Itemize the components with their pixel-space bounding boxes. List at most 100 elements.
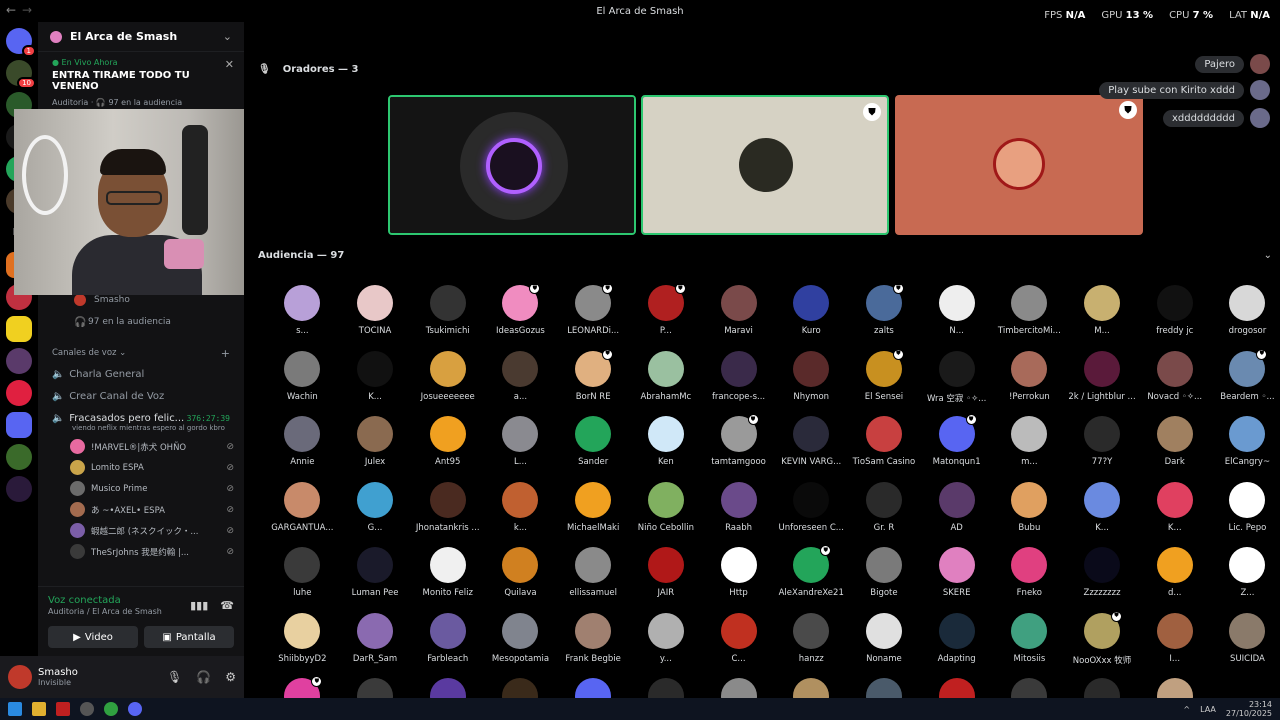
avatar[interactable] (8, 665, 32, 689)
audience-member[interactable]: Ant95 (411, 416, 484, 467)
audience-member[interactable] (775, 678, 848, 698)
audience-member[interactable]: AbrahamMc (630, 350, 703, 402)
audience-member[interactable]: Wachin (266, 350, 339, 402)
audience-member[interactable]: freddy jc (1138, 285, 1211, 336)
audience-member[interactable]: DarR_Sam (339, 612, 412, 664)
gear-icon[interactable]: ⚙ (225, 670, 236, 684)
audience-member[interactable]: Josueeeeeee (411, 350, 484, 402)
audience-member[interactable]: ElCangry~ (1211, 416, 1278, 467)
voice-location[interactable]: Auditoria / El Arca de Smash (48, 607, 162, 616)
audience-member[interactable]: Luman Pee (339, 547, 412, 598)
voice-user[interactable]: !MARVEL®|赤犬 OHÑO ⊘ (38, 436, 244, 457)
screen-share-button[interactable]: ▣ Pantalla (144, 626, 234, 648)
audience-member[interactable]: Noname (848, 612, 921, 664)
audience-member[interactable]: ShiibbyyD2 (266, 612, 339, 664)
app-icon[interactable] (56, 702, 70, 716)
audience-member[interactable]: K... (1066, 481, 1139, 533)
audience-member[interactable] (339, 678, 412, 698)
server-icon[interactable]: 10 (6, 60, 36, 89)
app-icon[interactable] (80, 702, 94, 716)
audience-member[interactable]: Kuro (775, 285, 848, 336)
clock[interactable]: 23:14 27/10/2025 (1226, 700, 1272, 718)
audience-member[interactable]: L... (484, 416, 557, 467)
live-stage-card[interactable]: ● En Vivo Ahora ENTRA TIRAME TODO TU VEN… (38, 52, 244, 113)
audience-member[interactable]: Quilava (484, 547, 557, 598)
voice-channel-general[interactable]: 🔈 Charla General (38, 363, 244, 385)
audience-member[interactable]: y... (630, 612, 703, 664)
audience-member[interactable]: k... (484, 481, 557, 533)
audience-member[interactable]: K... (339, 350, 412, 402)
audience-member[interactable]: Mesopotamia (484, 612, 557, 664)
audience-member[interactable]: ellissamuel (557, 547, 630, 598)
audience-member[interactable]: ⛊ NooOXxx 牧师 (1066, 610, 1139, 666)
audience-member[interactable]: Dark (1138, 416, 1211, 467)
audience-member[interactable]: ⛊ (266, 676, 339, 698)
language-indicator[interactable]: LAA (1200, 705, 1216, 714)
voice-channel-create[interactable]: 🔈 Crear Canal de Voz (38, 385, 244, 407)
audience-member[interactable]: Nhymon (775, 350, 848, 402)
audience-member[interactable]: AD (920, 481, 993, 533)
audience-member[interactable]: ⛊ zalts (848, 285, 921, 336)
audience-member[interactable]: hanzz (775, 612, 848, 664)
chevron-down-icon[interactable]: ⌄ (223, 30, 232, 43)
audience-member[interactable]: Farbleach (411, 612, 484, 664)
audience-member[interactable]: Sander (557, 416, 630, 467)
audience-member[interactable]: Raabh (702, 481, 775, 533)
audience-member[interactable]: Fneko (993, 547, 1066, 598)
add-channel-icon[interactable]: + (221, 347, 230, 360)
audience-member[interactable] (484, 678, 557, 698)
audience-member[interactable]: Maravi (702, 285, 775, 336)
audience-member[interactable]: ⛊ Matonqun1 (920, 414, 993, 467)
audience-member[interactable]: Annie (266, 416, 339, 467)
speaker-tile[interactable]: ⛊ (641, 95, 889, 235)
voice-category[interactable]: Canales de voz ⌄ + (38, 343, 244, 363)
audience-member[interactable]: GARGANTUA... (266, 481, 339, 533)
voice-user[interactable]: Lomito ESPA ⊘ (38, 457, 244, 478)
audience-member[interactable]: MichaelMaki (557, 481, 630, 533)
audience-member[interactable]: I... (1138, 612, 1211, 664)
audience-member[interactable]: a... (484, 350, 557, 402)
close-icon[interactable]: ✕ (225, 58, 234, 71)
discord-icon[interactable] (128, 702, 142, 716)
audience-member[interactable]: Http (702, 547, 775, 598)
audience-member[interactable] (557, 678, 630, 698)
audience-member[interactable]: Adapting (920, 612, 993, 664)
audience-member[interactable] (411, 678, 484, 698)
audience-member[interactable]: M... (1066, 285, 1139, 336)
speaker-tile[interactable] (388, 95, 636, 235)
server-icon[interactable] (6, 380, 32, 406)
audience-member[interactable]: ⛊ Beardem ◦... (1211, 348, 1278, 402)
audience-member[interactable]: Gr. R (848, 481, 921, 533)
audience-member[interactable] (920, 678, 993, 698)
file-explorer-icon[interactable] (32, 702, 46, 716)
voice-user[interactable]: 蝦越二郎 (ネスクイック・... ⊘ (38, 520, 244, 541)
audience-member[interactable] (1138, 678, 1211, 698)
audience-member[interactable]: Mitosiis (993, 612, 1066, 664)
audience-member[interactable]: TioSam Casino (848, 416, 921, 467)
audience-member[interactable]: Unforeseen C... (775, 481, 848, 533)
audience-member[interactable]: JAIR (630, 547, 703, 598)
audience-member[interactable]: d... (1138, 547, 1211, 598)
audience-member[interactable]: Novacd ◦✧... (1138, 350, 1211, 402)
audience-member[interactable]: Bubu (993, 481, 1066, 533)
audience-member[interactable]: Zzzzzzzz (1066, 547, 1139, 598)
discord-home-icon[interactable]: 1 (6, 28, 36, 57)
audience-member[interactable]: Lic. Pepo (1211, 481, 1278, 533)
audience-member[interactable]: !Perrokun (993, 350, 1066, 402)
chevron-up-icon[interactable]: ^ (1183, 705, 1190, 714)
audience-member[interactable]: 2k / Lightblur ... (1066, 350, 1139, 402)
audience-member[interactable]: Wra 空寂 ◦✧... (920, 350, 993, 404)
audience-member[interactable] (630, 678, 703, 698)
server-header[interactable]: El Arca de Smash ⌄ (38, 22, 244, 52)
voice-user[interactable]: Musico Prime ⊘ (38, 478, 244, 499)
server-icon[interactable] (6, 412, 32, 438)
server-icon[interactable] (6, 476, 32, 502)
server-icon[interactable] (6, 444, 32, 470)
audience-member[interactable]: TOCINA (339, 285, 412, 336)
audience-member[interactable]: francope-s... (702, 350, 775, 402)
server-icon[interactable] (6, 316, 32, 342)
audience-member[interactable]: Monito Feliz (411, 547, 484, 598)
headphones-icon[interactable]: 🎧 (196, 670, 211, 684)
audience-member[interactable]: ⛊ BorN RE (557, 348, 630, 402)
audience-member[interactable]: ⛊ P... (630, 285, 703, 336)
